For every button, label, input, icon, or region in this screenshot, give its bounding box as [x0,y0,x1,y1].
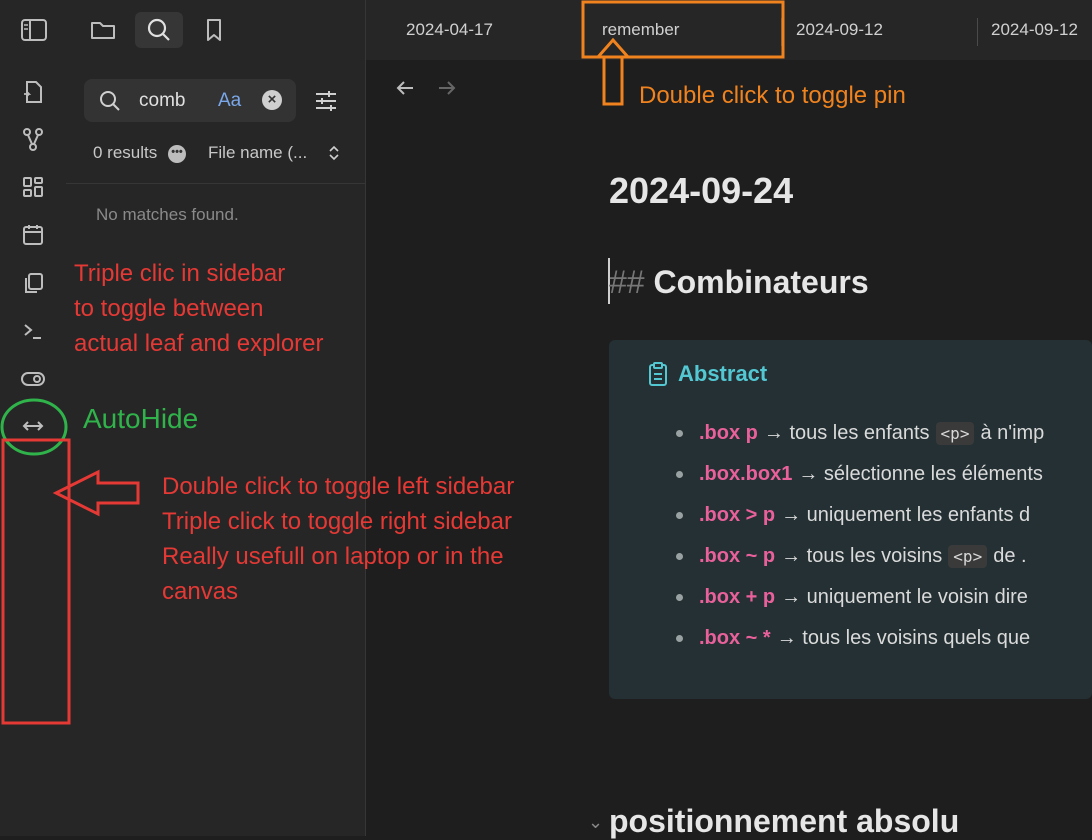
orange-arrow [594,37,632,106]
pin-highlight-box [581,0,785,59]
autohide-circle [0,398,68,456]
autohide-annotation: AutoHide [83,403,199,434]
sidebar-annotation: Triple clic in sidebar to toggle between… [74,260,324,357]
toggle-annotation: Double click to toggle left sidebar Trip… [162,473,515,605]
toggle-zone-box [1,438,71,725]
pin-annotation: Double click to toggle pin [639,82,906,109]
